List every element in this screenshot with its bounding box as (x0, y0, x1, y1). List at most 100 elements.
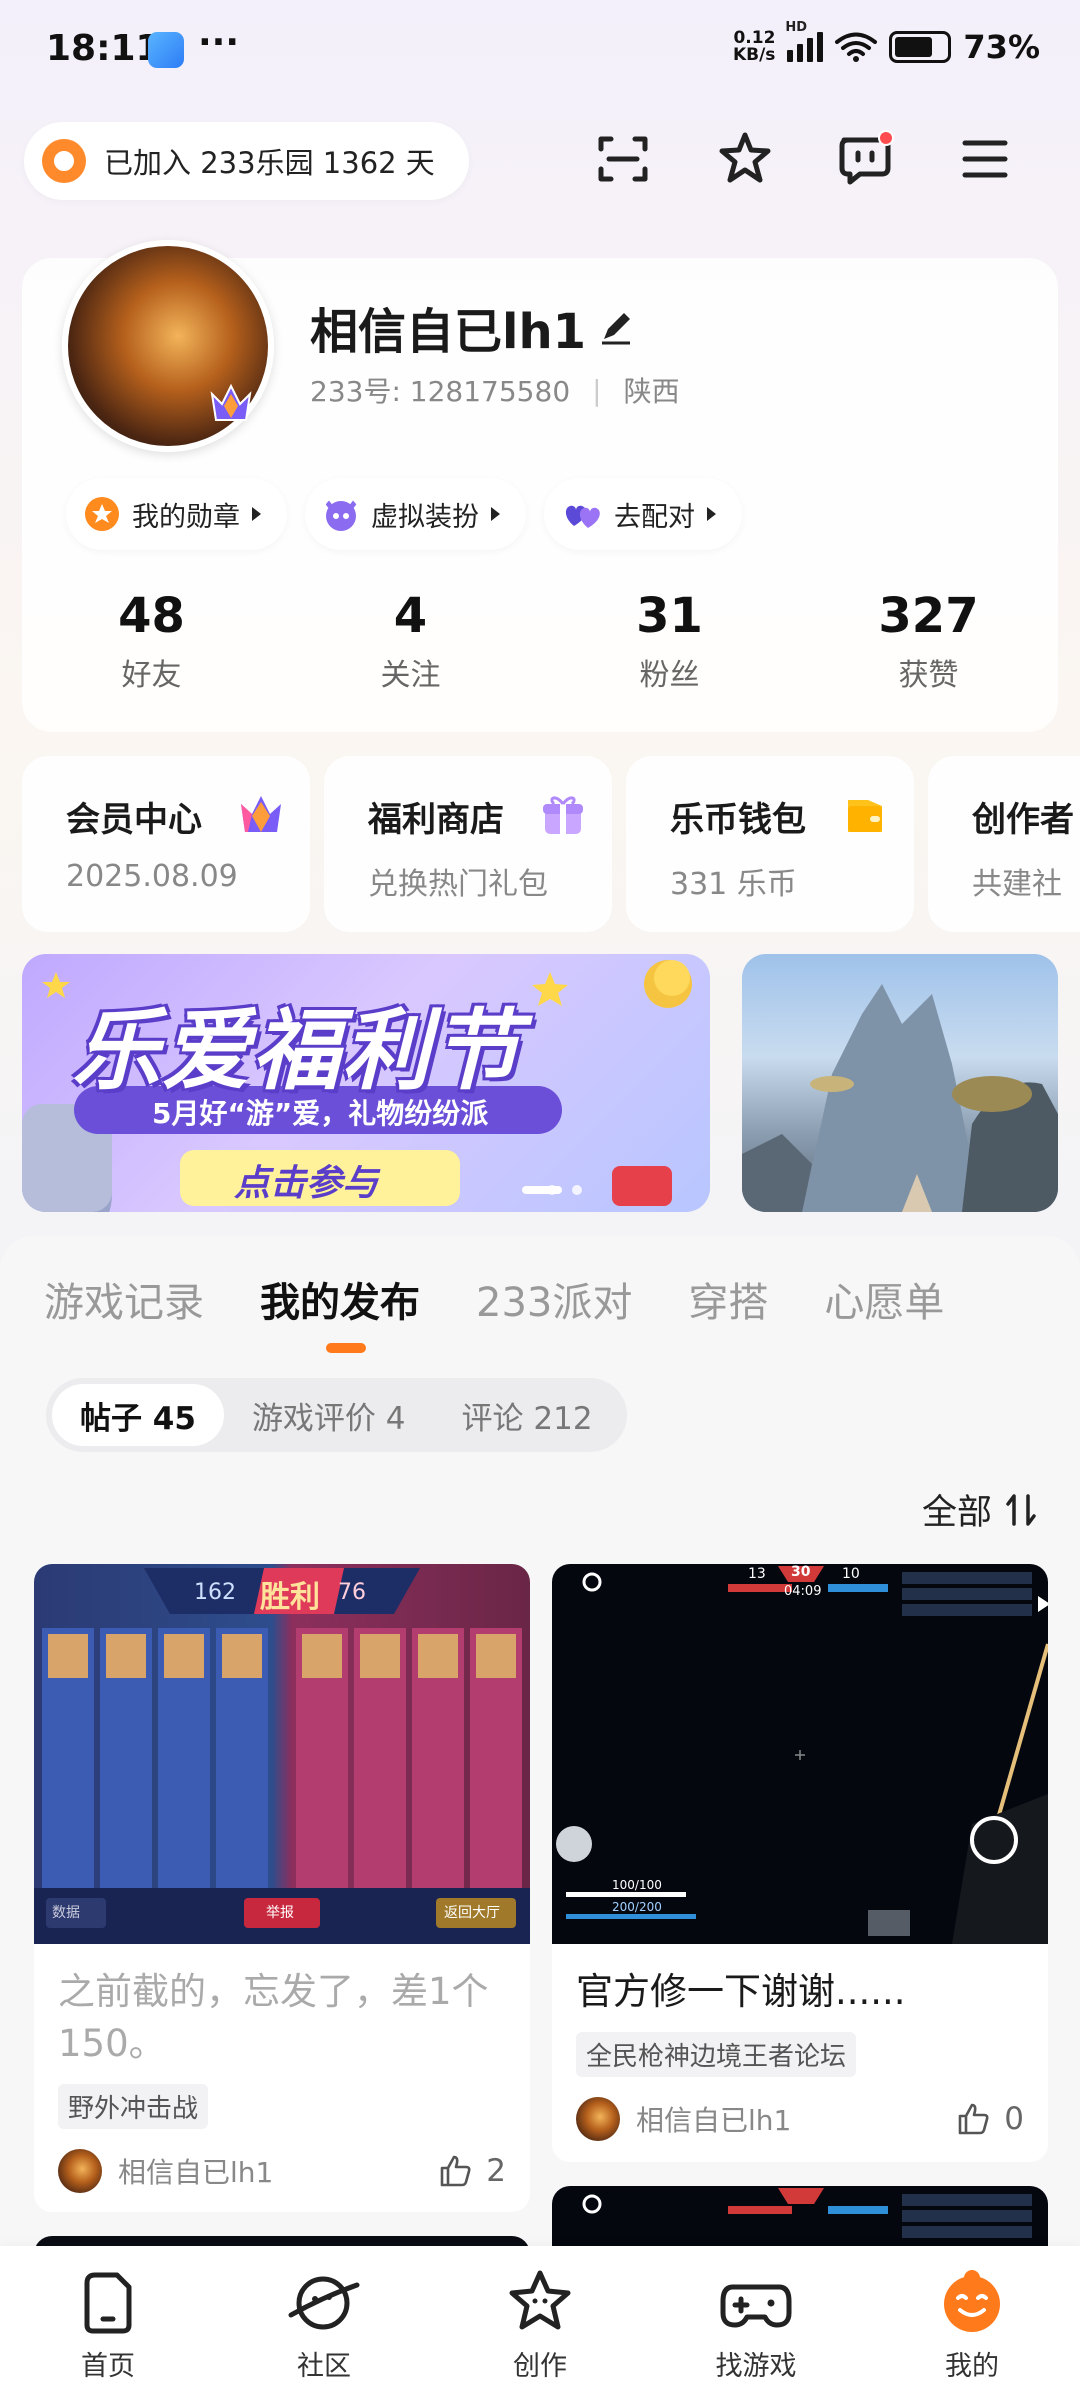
tab-my-posts[interactable]: 我的发布 (260, 1270, 420, 1328)
notification-app-icon (148, 32, 184, 68)
profile-chips: 我的勋章 虚拟装扮 去配对 (66, 478, 742, 550)
nav-label: 创作 (513, 2351, 567, 2382)
tab-wishlist[interactable]: 心愿单 (824, 1270, 944, 1328)
sort-label: 全部 (921, 1493, 992, 1533)
like-button[interactable]: 0 (956, 2101, 1024, 2137)
status-bar: 18:11 ··· 0.12 KB/s HD 73% (0, 0, 1080, 100)
status-time: 18:11 (46, 28, 161, 69)
username: 相信自已lh1 (310, 292, 634, 362)
quick-cards-row: 会员中心 2025.08.09 福利商店 兑换热门礼包 乐币钱包 331 乐币 … (22, 756, 1080, 932)
membership-duration-pill[interactable]: 已加入 233乐园 1362 天 (24, 122, 469, 200)
chip-medals[interactable]: 我的勋章 (66, 478, 287, 550)
armor-readout: 200/200 (612, 1900, 662, 1914)
post-author: 相信自已lh1 (636, 2104, 792, 2137)
quick-card-welfare-shop[interactable]: 福利商店 兑换热门礼包 (324, 756, 612, 932)
tab-outfits[interactable]: 穿搭 (688, 1270, 768, 1328)
chevron-right-icon (252, 507, 261, 521)
nav-profile[interactable]: 我的 (864, 2246, 1080, 2400)
post-topic-tag[interactable]: 全民枪神边境王者论坛 (576, 2032, 857, 2077)
chip-label: 我的勋章 (132, 501, 240, 533)
create-icon (502, 2264, 578, 2340)
quick-card-membership[interactable]: 会员中心 2025.08.09 (22, 756, 310, 932)
community-icon (286, 2264, 362, 2340)
network-speed-unit: KB/s (732, 45, 776, 65)
user-meta: 233号: 128175580 | 陕西 (310, 370, 680, 410)
chip-label: 去配对 (614, 501, 695, 533)
chevron-right-icon (491, 507, 500, 521)
quick-card-sub: 2025.08.09 (66, 859, 238, 894)
quick-card-coin-wallet[interactable]: 乐币钱包 331 乐币 (626, 756, 914, 932)
match-result: 胜利 (260, 1580, 320, 1615)
tab-233-party[interactable]: 233派对 (476, 1270, 632, 1328)
game-banner-art (742, 984, 1058, 1212)
image-data-label: 数据 (52, 1905, 80, 1921)
edit-pencil-icon[interactable] (598, 309, 634, 345)
network-speed: 0.12 KB/s (733, 30, 775, 64)
match-result-art (34, 1568, 530, 1944)
quick-card-creator[interactable]: 创作者 共建社 (928, 756, 1080, 932)
post-footer: 相信自已lh1 2 (34, 2129, 530, 2193)
like-count: 2 (486, 2153, 506, 2189)
stat-value: 4 (393, 588, 428, 644)
alarm-clock-icon (42, 139, 86, 183)
stat-following[interactable]: 4 关注 (281, 588, 540, 694)
like-count: 0 (1004, 2101, 1024, 2137)
profile-stats: 48 好友 4 关注 31 粉丝 327 获赞 (22, 588, 1058, 694)
team-score-right: 10 (842, 1566, 860, 1582)
thumbs-up-icon (440, 2155, 471, 2187)
chip-avatar-dressup[interactable]: 虚拟装扮 (305, 478, 526, 550)
nav-label: 找游戏 (715, 2351, 797, 2382)
chip-matchmaking[interactable]: 去配对 (544, 478, 742, 550)
nav-home[interactable]: 首页 (0, 2246, 216, 2400)
thumbs-up-icon (958, 2103, 989, 2135)
subtab-game-reviews[interactable]: 游戏评价 4 (224, 1384, 434, 1446)
subtab-posts[interactable]: 帖子 45 (52, 1384, 224, 1446)
like-button[interactable]: 2 (438, 2153, 506, 2189)
game-banner[interactable] (742, 954, 1058, 1212)
gift-icon (543, 796, 583, 834)
home-icon (70, 2264, 146, 2340)
author-avatar[interactable] (576, 2097, 620, 2141)
menu-icon[interactable] (950, 124, 1020, 194)
post-card[interactable]: 13 30 10 04:09 100/100 200/200 官方修一下谢谢..… (552, 1564, 1048, 2162)
author-avatar[interactable] (58, 2149, 102, 2193)
stat-friends[interactable]: 48 好友 (22, 588, 281, 694)
battery-percent: 73% (963, 28, 1040, 66)
message-icon[interactable] (830, 124, 900, 194)
medal-icon (85, 497, 119, 531)
subtab-comments[interactable]: 评论 212 (434, 1384, 621, 1446)
username-text: 相信自已lh1 (310, 304, 587, 360)
quick-card-title: 创作者 (972, 800, 1074, 840)
tab-game-records[interactable]: 游戏记录 (44, 1270, 204, 1328)
promo-banner[interactable]: 乐爱福利节 5月好“游”爱，礼物纷纷派 点击参与 (22, 954, 710, 1212)
nav-label: 首页 (81, 2351, 135, 2382)
cellular-signal-icon: HD (785, 20, 824, 62)
hp-readout: 100/100 (612, 1878, 662, 1892)
stat-label: 好友 (121, 658, 182, 693)
promo-headline: 乐爱福利节 (72, 999, 523, 1102)
sort-button[interactable]: 全部 (922, 1484, 1040, 1535)
scan-icon[interactable] (588, 124, 658, 194)
stat-likes-received[interactable]: 327 获赞 (799, 588, 1058, 694)
nav-community[interactable]: 社区 (216, 2246, 432, 2400)
nav-create[interactable]: 创作 (432, 2246, 648, 2400)
stat-followers[interactable]: 31 粉丝 (540, 588, 799, 694)
stat-label: 获赞 (898, 658, 959, 693)
status-indicators: 0.12 KB/s HD 73% (733, 20, 1040, 66)
profile-icon (934, 2264, 1010, 2340)
nav-find-games[interactable]: 找游戏 (648, 2246, 864, 2400)
user-region: 陕西 (623, 375, 680, 408)
gamepad-icon (718, 2264, 794, 2340)
wifi-icon (835, 32, 878, 62)
post-footer: 相信自已lh1 0 (552, 2077, 1048, 2141)
post-image: 162 胜利 76 数据 举报 返回大厅 (34, 1564, 530, 1944)
post-author: 相信自已lh1 (118, 2156, 274, 2189)
post-title: 之前截的，忘发了，差1个150。 (58, 1970, 489, 2065)
badge-star-icon[interactable] (710, 124, 780, 194)
match-timer: 04:09 (784, 1584, 822, 1599)
post-card[interactable]: 162 胜利 76 数据 举报 返回大厅 之前截的，忘发了，差1个150。 野外… (34, 1564, 530, 2212)
more-notifications-icon: ··· (198, 22, 240, 63)
promo-cta[interactable]: 点击参与 (234, 1154, 378, 1206)
post-topic-tag[interactable]: 野外冲击战 (58, 2084, 209, 2129)
stat-value: 48 (118, 588, 185, 644)
